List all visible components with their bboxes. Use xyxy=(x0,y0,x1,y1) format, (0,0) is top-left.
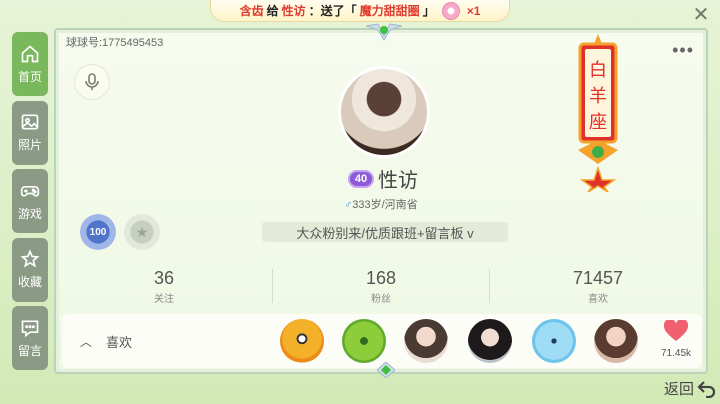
name-row: 40 性访 xyxy=(348,164,418,193)
sidebar-item-home[interactable]: 首页 xyxy=(12,32,48,96)
sidebar-item-label: 收藏 xyxy=(17,275,42,289)
stats-row: 36 关注 168 粉丝 71457 喜欢 xyxy=(56,266,706,306)
voice-button[interactable] xyxy=(74,64,110,100)
sidebar-item-messages[interactable]: 留言 xyxy=(12,306,48,370)
sidebar-item-games[interactable]: 游戏 xyxy=(12,169,48,233)
sidebar-item-label: 游戏 xyxy=(17,206,42,221)
back-arrow-icon xyxy=(697,380,716,398)
back-button[interactable]: 返回 xyxy=(664,378,716,399)
zodiac-char: 羊 xyxy=(589,86,607,107)
likes-title: 喜欢 xyxy=(106,334,133,350)
close-quote: 」 xyxy=(422,4,435,18)
stat-value: 36 xyxy=(153,267,175,288)
zodiac-char: 白 xyxy=(589,60,607,81)
sidebar-item-label: 照片 xyxy=(17,138,42,152)
gift-count: ×1 xyxy=(466,3,481,18)
sidebar-item-label: 首页 xyxy=(17,69,42,84)
empty-medal-icon[interactable]: ★ xyxy=(124,214,160,250)
sidebar: 首页 照片 游戏 收藏 留言 xyxy=(12,32,48,375)
gives-text: 给 xyxy=(266,4,279,18)
stat-value: 168 xyxy=(365,267,397,288)
sidebar-item-photos[interactable]: 照片 xyxy=(12,100,48,165)
sidebar-item-label: 留言 xyxy=(17,343,42,358)
medal-value: 100 xyxy=(89,226,107,238)
stat-label: 喜欢 xyxy=(588,293,608,305)
aries-zodiac-badge: 白 羊 座 xyxy=(578,34,618,192)
user-name: 性访 xyxy=(378,170,418,192)
profile-card: 球球号:1775495453 ••• 40 性访 ♂333岁/河南省 100 ★… xyxy=(54,23,708,374)
message-icon xyxy=(21,320,39,337)
heart-count: 71.45k xyxy=(660,348,692,359)
heart-icon xyxy=(663,318,689,341)
stat-label: 粉丝 xyxy=(371,293,391,305)
gift-name: 魔力甜甜圈 xyxy=(359,4,420,18)
like-button[interactable]: 71.45k xyxy=(654,318,698,359)
liker-avatar[interactable] xyxy=(280,319,324,363)
group-tag[interactable]: 大众粉别来/优质跟班+留言板 v xyxy=(262,222,508,242)
top-gem-ornament xyxy=(366,23,402,41)
liker-avatar[interactable] xyxy=(342,319,386,363)
user-info: ♂333岁/河南省 xyxy=(344,196,418,212)
donut-icon xyxy=(441,1,460,20)
liker-avatar[interactable] xyxy=(532,319,576,363)
liker-avatar[interactable] xyxy=(404,319,448,363)
male-icon: ♂ xyxy=(344,199,353,211)
close-icon[interactable]: ✕ xyxy=(692,5,710,25)
zodiac-char: 座 xyxy=(589,112,607,133)
liker-avatar[interactable] xyxy=(594,319,638,363)
star-icon xyxy=(20,249,40,268)
gamepad-icon xyxy=(20,185,40,197)
level-badge: 40 xyxy=(348,169,374,188)
sent-text: ：送了「 xyxy=(308,4,357,18)
microphone-icon xyxy=(85,73,99,90)
liker-avatar[interactable] xyxy=(468,319,512,363)
chevron-up-icon[interactable]: ︿ xyxy=(80,333,92,350)
sidebar-item-favorites[interactable]: 收藏 xyxy=(12,237,48,302)
receiver-name: 性访 xyxy=(281,4,306,18)
avatar[interactable] xyxy=(338,66,430,158)
gift-notification-banner: 含齿 给 性访 ：送了「 魔力甜甜圈 」 ×1 xyxy=(210,0,510,22)
user-id: 球球号:1775495453 xyxy=(66,37,164,49)
age-location: 333岁/河南省 xyxy=(352,199,418,211)
sender-name: 含齿 xyxy=(239,4,264,18)
stat-following[interactable]: 36 关注 xyxy=(56,266,272,306)
home-icon xyxy=(21,44,39,62)
stat-label: 关注 xyxy=(154,293,174,305)
level-100-medal-icon[interactable]: 100 xyxy=(80,214,116,250)
stat-likes[interactable]: 71457 喜欢 xyxy=(490,266,706,306)
stat-value: 71457 xyxy=(572,267,624,288)
bottom-gem-ornament xyxy=(377,362,395,378)
stat-fans[interactable]: 168 粉丝 xyxy=(273,266,489,306)
likes-bar: ︿ 喜欢 71.45k xyxy=(62,314,702,368)
more-options-icon[interactable]: ••• xyxy=(672,40,694,61)
back-label: 返回 xyxy=(663,381,694,398)
photo-icon xyxy=(21,114,39,130)
